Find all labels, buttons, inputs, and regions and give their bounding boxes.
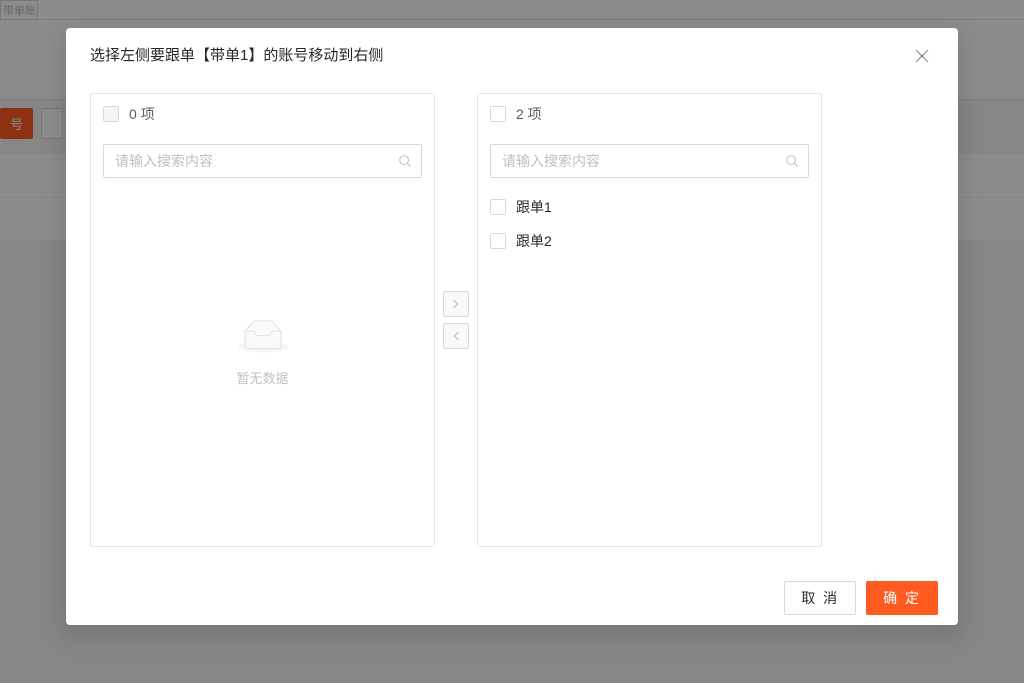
transfer-modal: 选择左侧要跟单【带单1】的账号移动到右侧 0 项 [66, 28, 958, 625]
transfer-right-body: 跟单1 跟单2 [478, 190, 821, 546]
chevron-left-icon [453, 331, 459, 341]
select-all-right-checkbox[interactable] [490, 106, 506, 122]
modal-header: 选择左侧要跟单【带单1】的账号移动到右侧 [66, 28, 958, 81]
search-input-left[interactable] [103, 144, 422, 178]
empty-state: 暂无数据 [91, 190, 434, 546]
transfer-list-right: 2 项 跟单1 [477, 93, 822, 547]
modal-title: 选择左侧要跟单【带单1】的账号移动到右侧 [90, 44, 934, 65]
transfer-left-header: 0 项 [91, 94, 434, 134]
empty-icon [238, 320, 288, 354]
transfer-left-body: 暂无数据 [91, 190, 434, 546]
item-checkbox[interactable] [490, 199, 506, 215]
move-left-button[interactable] [443, 323, 469, 349]
transfer-right-header: 2 项 [478, 94, 821, 134]
item-label: 跟单2 [516, 231, 552, 251]
transfer: 0 项 [90, 93, 934, 547]
close-button[interactable] [906, 40, 938, 72]
select-all-left-checkbox [103, 106, 119, 122]
transfer-operations [443, 291, 469, 349]
transfer-list-left: 0 项 [90, 93, 435, 547]
close-icon [915, 49, 929, 63]
empty-text: 暂无数据 [236, 368, 288, 387]
chevron-right-icon [453, 299, 459, 309]
item-label: 跟单1 [516, 197, 552, 217]
search-icon [398, 154, 412, 168]
search-input-right[interactable] [490, 144, 809, 178]
search-icon [785, 154, 799, 168]
transfer-left-search [91, 134, 434, 190]
transfer-right-search [478, 134, 821, 190]
transfer-left-count: 0 项 [129, 104, 155, 124]
modal-body: 0 项 [66, 81, 958, 571]
item-checkbox[interactable] [490, 233, 506, 249]
transfer-right-count: 2 项 [516, 104, 542, 124]
ok-button[interactable]: 确 定 [866, 581, 938, 615]
list-item[interactable]: 跟单2 [478, 224, 821, 258]
modal-footer: 取 消 确 定 [66, 571, 958, 625]
list-item[interactable]: 跟单1 [478, 190, 821, 224]
move-right-button[interactable] [443, 291, 469, 317]
cancel-button[interactable]: 取 消 [784, 581, 856, 615]
